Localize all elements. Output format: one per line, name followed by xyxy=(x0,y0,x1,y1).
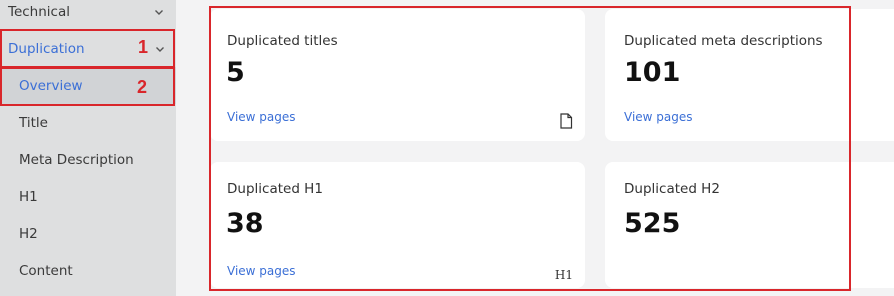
sidebar-item-overview[interactable]: Overview xyxy=(0,67,176,104)
main-content: Duplicated titles 5 View pages Duplicate… xyxy=(176,0,894,296)
h1-icon: H1 xyxy=(554,268,573,282)
card-value: 101 xyxy=(624,57,681,88)
sidebar-item-meta-description[interactable]: Meta Description xyxy=(0,141,176,178)
sidebar-item-content[interactable]: Content xyxy=(0,252,176,289)
stat-card-duplicated-h1: Duplicated H1 38 View pages H1 xyxy=(210,162,585,288)
stat-card-duplicated-titles: Duplicated titles 5 View pages xyxy=(210,9,585,141)
sidebar-item-label: Overview xyxy=(19,77,83,94)
view-pages-link[interactable]: View pages xyxy=(227,264,296,278)
card-title: Duplicated H1 xyxy=(227,181,323,197)
sidebar-item-label: Content xyxy=(19,262,73,279)
sidebar-item-label: H1 xyxy=(19,188,38,205)
chevron-down-icon xyxy=(156,46,164,52)
view-pages-link[interactable]: View pages xyxy=(624,110,693,124)
stat-card-duplicated-meta-descriptions: Duplicated meta descriptions 101 View pa… xyxy=(605,9,894,141)
annotation-number-1: 1 xyxy=(138,37,149,57)
chevron-down-icon xyxy=(155,9,163,15)
annotation-number-2: 2 xyxy=(137,77,148,97)
view-pages-link[interactable]: View pages xyxy=(227,110,296,124)
sidebar-item-h1[interactable]: H1 xyxy=(0,178,176,215)
sidebar-item-title[interactable]: Title xyxy=(0,104,176,141)
card-title: Duplicated meta descriptions xyxy=(624,33,823,49)
card-title: Duplicated titles xyxy=(227,33,338,49)
card-value: 38 xyxy=(226,208,264,239)
sidebar-item-duplication[interactable]: Duplication xyxy=(0,30,176,67)
card-title: Duplicated H2 xyxy=(624,181,720,197)
sidebar: Technical Duplication Overview Title Met… xyxy=(0,0,176,296)
sidebar-item-label: Duplication xyxy=(8,40,85,57)
card-value: 5 xyxy=(226,57,245,88)
sidebar-item-label: Technical xyxy=(8,3,70,20)
sidebar-item-h2[interactable]: H2 xyxy=(0,215,176,252)
stat-card-duplicated-h2: Duplicated H2 525 xyxy=(605,162,894,288)
sidebar-item-label: Meta Description xyxy=(19,151,134,168)
sidebar-item-label: H2 xyxy=(19,225,38,242)
sidebar-item-label: Title xyxy=(19,114,48,131)
sidebar-item-technical[interactable]: Technical xyxy=(0,0,176,30)
document-icon xyxy=(560,113,573,129)
card-value: 525 xyxy=(624,208,681,239)
